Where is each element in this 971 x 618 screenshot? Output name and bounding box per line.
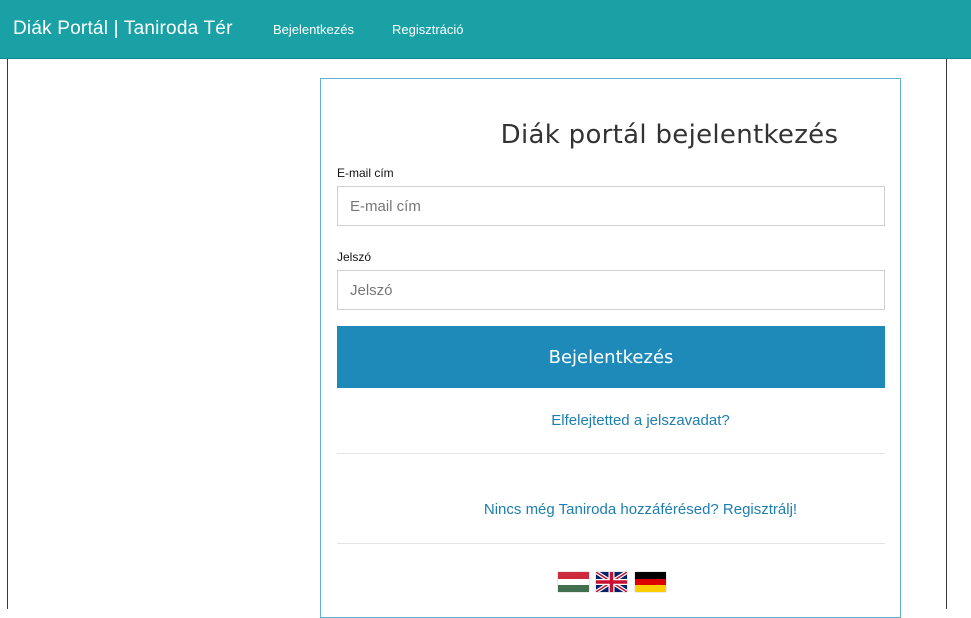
divider bbox=[337, 543, 885, 544]
flag-germany-icon[interactable] bbox=[634, 572, 666, 592]
email-label: E-mail cím bbox=[337, 166, 394, 180]
top-navbar: Diák Portál | Taniroda Tér Bejelentkezés… bbox=[0, 0, 971, 59]
nav-link-register[interactable]: Regisztráció bbox=[392, 22, 464, 37]
email-input[interactable] bbox=[337, 186, 885, 226]
forgot-password-link[interactable]: Elfelejtetted a jelszavadat? bbox=[321, 412, 900, 429]
brand-title[interactable]: Diák Portál | Taniroda Tér bbox=[13, 18, 233, 40]
divider bbox=[337, 453, 885, 454]
flag-hungary-icon[interactable] bbox=[558, 572, 589, 592]
login-title: Diák portál bejelentkezés bbox=[500, 120, 839, 150]
password-input[interactable] bbox=[337, 270, 885, 310]
flag-uk-icon[interactable] bbox=[596, 572, 628, 592]
login-button[interactable]: Bejelentkezés bbox=[337, 326, 885, 388]
left-border-line bbox=[7, 59, 8, 609]
register-link[interactable]: Nincs még Taniroda hozzáférésed? Regiszt… bbox=[321, 501, 900, 518]
nav-link-login[interactable]: Bejelentkezés bbox=[273, 22, 354, 37]
right-border-line bbox=[946, 59, 947, 609]
login-panel: Diák portál bejelentkezés E-mail cím Jel… bbox=[320, 78, 901, 618]
language-selector bbox=[558, 572, 669, 592]
password-label: Jelszó bbox=[337, 250, 372, 264]
